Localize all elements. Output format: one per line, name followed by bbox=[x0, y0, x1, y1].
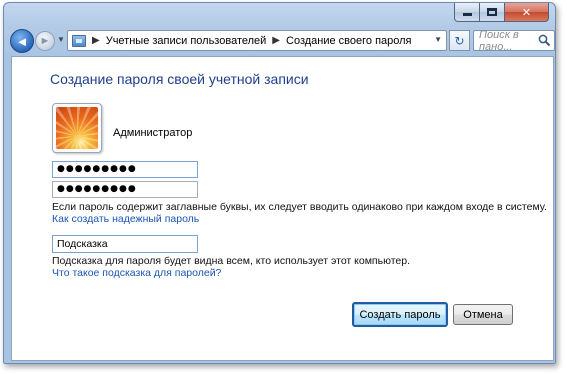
refresh-icon: ↻ bbox=[454, 33, 465, 48]
create-password-button[interactable]: Создать пароль bbox=[352, 302, 448, 327]
avatar bbox=[52, 103, 102, 153]
breadcrumb-user-accounts[interactable]: Учетные записи пользователей bbox=[106, 35, 267, 47]
back-arrow-icon: ◄ bbox=[15, 33, 29, 49]
hint-visibility-note: Подсказка для пароля будет видна всем, к… bbox=[52, 255, 411, 267]
forward-button[interactable]: ► bbox=[35, 31, 55, 51]
confirm-password-field[interactable]: ●●●●●●●●● bbox=[52, 181, 198, 198]
new-password-field[interactable]: ●●●●●●●●● bbox=[52, 161, 198, 178]
address-bar[interactable]: ▶ Учетные записи пользователей ▶ Создани… bbox=[67, 30, 447, 51]
explorer-window: ✕ ◄ ► ▼ ▶ Учетные записи пользователей ▶… bbox=[3, 2, 556, 364]
case-sensitivity-note: Если пароль содержит заглавные буквы, их… bbox=[52, 201, 547, 213]
search-input[interactable]: Поиск в пано... bbox=[473, 29, 555, 53]
page-title: Создание пароля своей учетной записи bbox=[50, 71, 309, 87]
breadcrumb-create-password[interactable]: Создание своего пароля bbox=[286, 35, 412, 47]
back-button[interactable]: ◄ bbox=[10, 29, 34, 53]
refresh-button[interactable]: ↻ bbox=[449, 30, 470, 51]
control-panel-icon bbox=[72, 34, 86, 47]
strong-password-link[interactable]: Как создать надежный пароль bbox=[52, 213, 199, 225]
maximize-button[interactable] bbox=[480, 3, 505, 22]
minimize-button[interactable] bbox=[454, 3, 480, 22]
caption-buttons: ✕ bbox=[454, 3, 549, 22]
breadcrumb-separator-icon[interactable]: ▶ bbox=[92, 35, 100, 46]
password-hint-help-link[interactable]: Что такое подсказка для паролей? bbox=[52, 267, 221, 279]
password-hint-field[interactable]: Подсказка bbox=[52, 235, 198, 253]
cancel-button[interactable]: Отмена bbox=[453, 304, 513, 325]
flower-user-picture-icon bbox=[56, 107, 98, 149]
breadcrumb-separator-icon[interactable]: ▶ bbox=[272, 35, 280, 46]
account-name: Администратор bbox=[113, 127, 193, 139]
address-dropdown-icon[interactable]: ▼ bbox=[434, 35, 442, 44]
maximize-icon bbox=[487, 8, 497, 16]
recent-pages-dropdown-icon[interactable]: ▼ bbox=[57, 35, 65, 44]
content-pane: Создание пароля своей учетной записи Адм… bbox=[11, 56, 554, 361]
close-button[interactable]: ✕ bbox=[505, 3, 549, 22]
close-icon: ✕ bbox=[521, 6, 532, 19]
forward-arrow-icon: ► bbox=[39, 35, 51, 47]
minimize-icon bbox=[462, 13, 472, 16]
search-icon[interactable] bbox=[538, 34, 551, 47]
